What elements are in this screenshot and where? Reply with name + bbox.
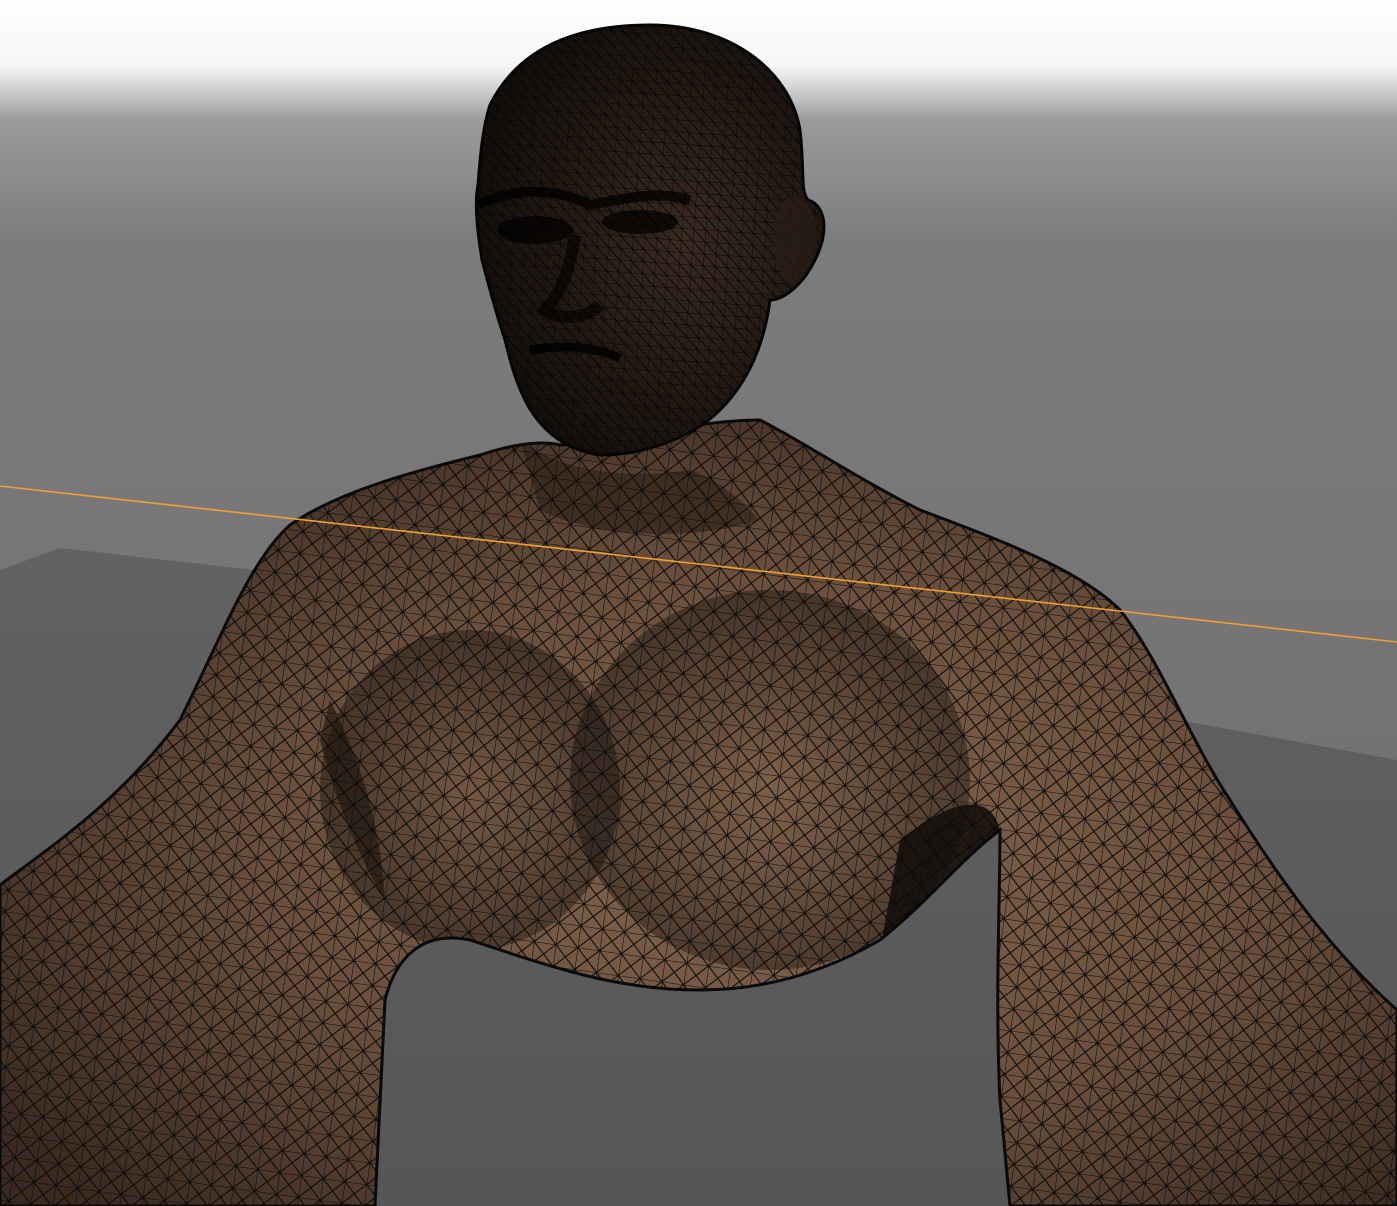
- eye-socket-left: [497, 216, 573, 244]
- 3d-viewport[interactable]: [0, 0, 1397, 1206]
- eye-socket-right: [602, 210, 678, 234]
- viewport-canvas[interactable]: [0, 0, 1397, 1206]
